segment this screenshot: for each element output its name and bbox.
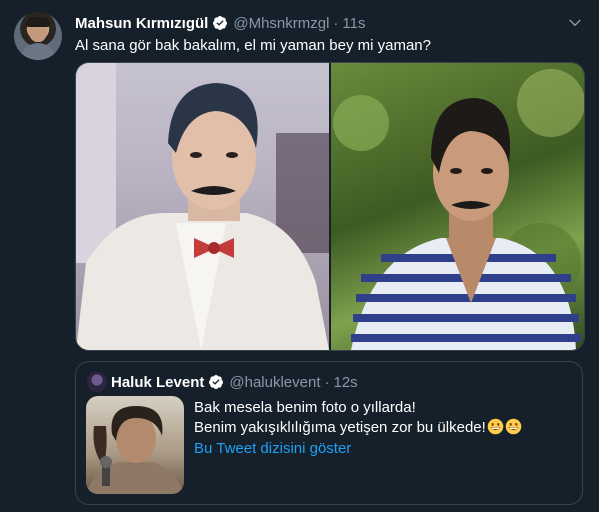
tweet-media[interactable]: [75, 62, 585, 351]
verified-badge-icon: [213, 16, 228, 30]
author-handle[interactable]: @Mhsnkrmzgl: [233, 15, 329, 32]
quoted-author-handle[interactable]: @haluklevent: [229, 374, 320, 391]
photo-right[interactable]: [329, 63, 584, 350]
header-separator: ·: [333, 14, 339, 32]
quoted-header-separator: ·: [324, 373, 330, 391]
photo-left-illustration: [76, 63, 329, 350]
author-avatar[interactable]: [14, 12, 62, 60]
tweet[interactable]: Mahsun Kırmızıgül @Mhsnkrmzgl · 11s Al s…: [0, 0, 599, 512]
quoted-text-line-1: Bak mesela benim foto o yıllarda!: [194, 399, 416, 416]
avatar-hair: [26, 17, 50, 27]
quoted-tweet[interactable]: Haluk Levent @haluklevent · 12s Bak mese…: [75, 361, 583, 505]
avatar-body: [20, 43, 56, 60]
tweet-time[interactable]: 11s: [342, 15, 365, 32]
verified-badge-icon: [209, 375, 224, 389]
photo-right-illustration: [333, 69, 584, 350]
author-name[interactable]: Mahsun Kırmızıgül: [75, 15, 208, 32]
grinning-emoji-icon: [487, 418, 504, 435]
quoted-author-avatar[interactable]: [87, 372, 107, 392]
quoted-text-line-2-wrapper: Benim yakışıklılığıma yetişen zor bu ülk…: [194, 418, 522, 438]
chevron-down-icon[interactable]: [566, 14, 584, 32]
quoted-tweet-header: Haluk Levent @haluklevent · 12s: [111, 373, 358, 391]
photo-left[interactable]: [76, 63, 329, 350]
quoted-tweet-time[interactable]: 12s: [334, 374, 358, 391]
tweet-header: Mahsun Kırmızıgül @Mhsnkrmzgl · 11s: [75, 14, 366, 32]
quoted-media-thumbnail[interactable]: [86, 396, 184, 494]
show-thread-link[interactable]: Bu Tweet dizisini göster: [194, 440, 351, 457]
tweet-text: Al sana gör bak bakalım, el mi yaman bey…: [75, 37, 431, 54]
quoted-tweet-text: Bak mesela benim foto o yıllarda! Benim …: [194, 398, 522, 438]
grinning-emoji-icon: [505, 418, 522, 435]
quoted-text-line-2: Benim yakışıklılığıma yetişen zor bu ülk…: [194, 419, 486, 436]
quoted-author-name[interactable]: Haluk Levent: [111, 374, 204, 391]
quoted-thumbnail-illustration: [86, 406, 184, 494]
